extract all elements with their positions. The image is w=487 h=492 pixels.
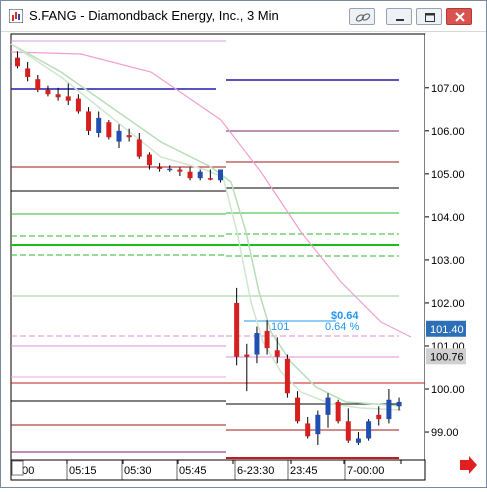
y-tick-label: 106.00 bbox=[431, 126, 465, 138]
x-tick-label: 05:15 bbox=[69, 465, 97, 477]
candle-body bbox=[234, 302, 240, 357]
time-axis-handle[interactable] bbox=[11, 460, 24, 476]
x-tick-label: 7-00:00 bbox=[347, 465, 384, 477]
y-tick-label: 103.00 bbox=[431, 255, 465, 267]
close-button[interactable] bbox=[446, 8, 472, 25]
candle-body bbox=[35, 79, 41, 90]
candle-body bbox=[376, 414, 382, 420]
candle-body bbox=[45, 89, 51, 95]
price-label-text: 100.76 bbox=[430, 351, 464, 363]
price-label-text: 101.40 bbox=[430, 324, 464, 336]
candle-body bbox=[355, 438, 361, 443]
chart-area[interactable]: 107.00 106.00 105.00 104.00 103.00 102.00 101.… bbox=[1, 32, 486, 487]
candle-body bbox=[96, 117, 102, 133]
y-tick-label: 105.00 bbox=[431, 169, 465, 181]
restore-icon bbox=[425, 13, 435, 22]
candle-body bbox=[315, 414, 321, 435]
candle-body bbox=[244, 354, 250, 357]
percent-label: 0.64 % bbox=[325, 321, 359, 333]
candle-body bbox=[284, 358, 290, 394]
candle-body bbox=[65, 96, 71, 101]
y-axis-ticks: 107.00 106.00 105.00 104.00 103.00 102.00 101.… bbox=[425, 83, 465, 439]
x-tick-label: 23:45 bbox=[290, 465, 318, 477]
candle-body bbox=[207, 178, 213, 180]
x-tick-label: 05:30 bbox=[124, 465, 152, 477]
close-icon bbox=[455, 12, 465, 22]
candle-body bbox=[345, 421, 351, 441]
candle-body bbox=[305, 423, 311, 437]
candle-body bbox=[25, 68, 31, 78]
minimize-icon bbox=[396, 19, 404, 21]
candle-body bbox=[177, 169, 183, 172]
candle-body bbox=[295, 397, 301, 422]
candle-body bbox=[335, 401, 341, 422]
x-tick-label: 05:45 bbox=[179, 465, 207, 477]
candle-body bbox=[15, 57, 20, 67]
minimize-button[interactable] bbox=[386, 8, 412, 25]
plot-frame bbox=[10, 33, 426, 461]
title-bar[interactable]: S.FANG - Diamondback Energy, Inc., 3 Min bbox=[1, 1, 486, 32]
price-axis bbox=[425, 34, 486, 460]
y-tick-label: 102.00 bbox=[431, 298, 465, 310]
candle-body bbox=[197, 171, 203, 179]
candle-body bbox=[264, 330, 270, 349]
candle-body bbox=[126, 135, 132, 138]
app-icon bbox=[9, 9, 23, 23]
x-tick-label: 6-23:30 bbox=[237, 465, 274, 477]
y-tick-label: 104.00 bbox=[431, 212, 465, 224]
chart-window: S.FANG - Diamondback Energy, Inc., 3 Min bbox=[0, 0, 487, 488]
link-icon bbox=[355, 13, 371, 22]
candle-body bbox=[146, 154, 152, 166]
candle-body bbox=[254, 333, 260, 355]
restore-button[interactable] bbox=[416, 8, 442, 25]
candle-body bbox=[136, 139, 142, 157]
candle-body bbox=[75, 98, 81, 112]
window-title: S.FANG - Diamondback Energy, Inc., 3 Min bbox=[29, 8, 279, 23]
candle-body bbox=[157, 167, 163, 169]
candle-body bbox=[274, 350, 280, 357]
y-tick-label: 100.00 bbox=[431, 384, 465, 396]
annotation-price: 101 bbox=[271, 321, 289, 333]
y-tick-label: 107.00 bbox=[431, 83, 465, 95]
link-button[interactable] bbox=[349, 8, 375, 25]
price-chart[interactable]: 107.00 106.00 105.00 104.00 103.00 102.00 101.… bbox=[1, 32, 486, 487]
candle-body bbox=[86, 111, 92, 131]
y-tick-label: 99.00 bbox=[431, 427, 459, 439]
candle-body bbox=[55, 94, 61, 98]
candle-body bbox=[325, 397, 331, 415]
candle-body bbox=[386, 399, 392, 420]
candle-body bbox=[167, 168, 173, 171]
candle-body bbox=[116, 130, 122, 142]
candle-body bbox=[106, 122, 112, 138]
candle-body bbox=[218, 169, 223, 181]
candle-body bbox=[366, 421, 372, 439]
candle-body bbox=[187, 171, 193, 179]
candle-body bbox=[396, 401, 402, 407]
